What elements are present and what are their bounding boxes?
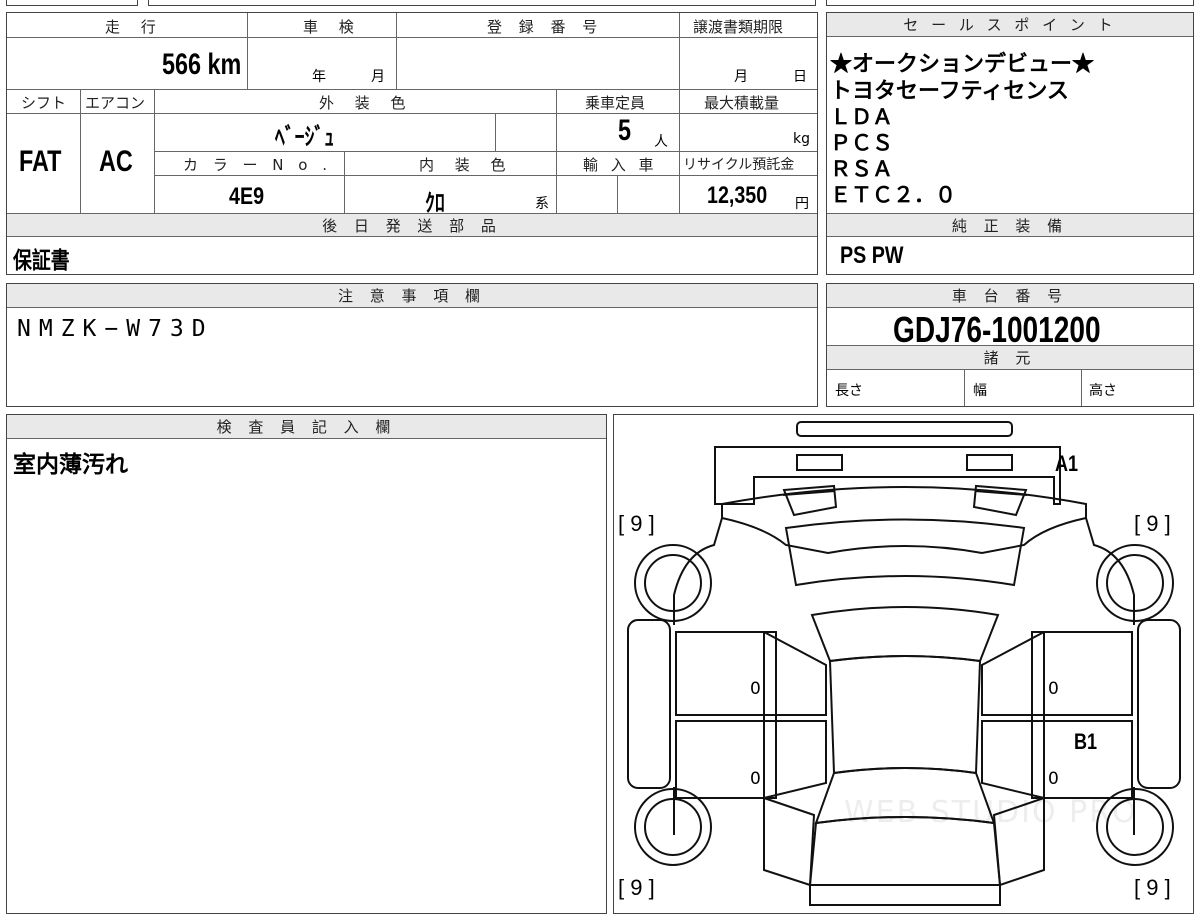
spec-length: 長さ	[835, 383, 863, 399]
import-header: 輸 入 車	[583, 156, 658, 174]
exterior-color-header: 外 装 色	[319, 94, 414, 112]
recycle-unit: 円	[795, 196, 809, 212]
genuine-equipment-header: 純 正 装 備	[827, 214, 1193, 237]
spec-height: 高さ	[1089, 383, 1117, 399]
vehicle-info-box: 走 行 車 検 登 録 番 号 譲渡書類期限 566 km 年 月 月 日 シフ…	[6, 12, 818, 275]
later-parts-header: 後 日 発 送 部 品	[7, 214, 817, 237]
later-parts-value: 保証書	[13, 247, 70, 273]
specs-header: 諸 元	[827, 346, 1193, 370]
spec-width: 幅	[973, 383, 987, 399]
mileage-value: 566 km	[162, 48, 242, 81]
registration-header: 登 録 番 号	[487, 18, 604, 36]
damage-mark-a1: A1	[1055, 451, 1079, 476]
sales-points-header: セ ー ル ス ポ イ ン ト	[827, 13, 1193, 37]
capacity-unit: 人	[654, 134, 668, 150]
aircon-value: AC	[99, 145, 133, 178]
inspector-value: 室内薄汚れ	[13, 451, 128, 477]
door-value-front-left: 0	[750, 679, 761, 699]
max-load-header: 最大積載量	[704, 94, 780, 112]
chassis-box: 車 台 番 号 GDJ76-1001200 諸 元 長さ 幅 高さ	[826, 283, 1194, 407]
shaken-header: 車 検	[303, 18, 362, 36]
door-value-front-right: 0	[1048, 679, 1059, 699]
recycle-fee-value: 12,350	[707, 182, 768, 209]
recycle-fee-header: リサイクル預託金	[683, 157, 795, 173]
capacity-value: 5	[618, 114, 632, 147]
shaken-month: 月	[371, 69, 385, 85]
corner-label-front-right: [ 9 ]	[1134, 511, 1171, 536]
sales-point-item: ＥＴＣ２．０	[830, 183, 956, 207]
corner-label-rear-left: [ 9 ]	[618, 875, 655, 900]
aircon-header: エアコン	[85, 94, 146, 112]
door-value-rear-right: 0	[1048, 769, 1059, 789]
inspector-box: 検 査 員 記 入 欄 室内薄汚れ	[6, 414, 607, 914]
transfer-month: 月	[734, 69, 748, 85]
corner-label-rear-right: [ 9 ]	[1134, 875, 1171, 900]
color-no-value: 4E9	[229, 183, 265, 210]
max-load-unit: kg	[793, 131, 810, 147]
shift-value: FAT	[19, 145, 62, 178]
color-no-header: カ ラ ー N o .	[183, 156, 333, 174]
chassis-header: 車 台 番 号	[827, 284, 1193, 308]
transfer-day: 日	[793, 69, 807, 85]
genuine-equipment-value: PS PW	[840, 242, 904, 269]
damage-mark-b1: B1	[1074, 729, 1098, 754]
top-strip-center	[148, 0, 816, 6]
interior-color-header: 内 装 色	[419, 156, 514, 174]
corner-label-front-left: [ 9 ]	[618, 511, 655, 536]
interior-suffix: 系	[535, 196, 549, 212]
sales-points-box: セ ー ル ス ポ イ ン ト ★オークションデビュー★ トヨタセーフティセンス…	[826, 12, 1194, 275]
notes-value: NMZK−W73D	[17, 316, 214, 342]
notes-header: 注 意 事 項 欄	[7, 284, 817, 308]
door-value-rear-left: 0	[750, 769, 761, 789]
watermark: WEB STUDIO PRO	[844, 795, 1138, 830]
notes-box: 注 意 事 項 欄 NMZK−W73D	[6, 283, 818, 407]
damage-diagram-box: A1 B1 [ 9 ] [ 9 ] [ 9 ] [ 9 ] 0 0 0 0 WE…	[613, 414, 1194, 914]
top-strip-right	[826, 0, 1194, 6]
transfer-deadline-header: 譲渡書類期限	[693, 18, 784, 36]
shift-header: シフト	[21, 94, 67, 112]
top-strip-left	[6, 0, 138, 6]
inspector-header: 検 査 員 記 入 欄	[7, 415, 606, 439]
capacity-header: 乗車定員	[585, 94, 646, 112]
mileage-header: 走 行	[105, 18, 164, 36]
shaken-year: 年	[312, 69, 326, 85]
exterior-color-value: ﾍﾞｰｼﾞｭ	[275, 124, 335, 151]
car-diagram	[627, 421, 1181, 906]
